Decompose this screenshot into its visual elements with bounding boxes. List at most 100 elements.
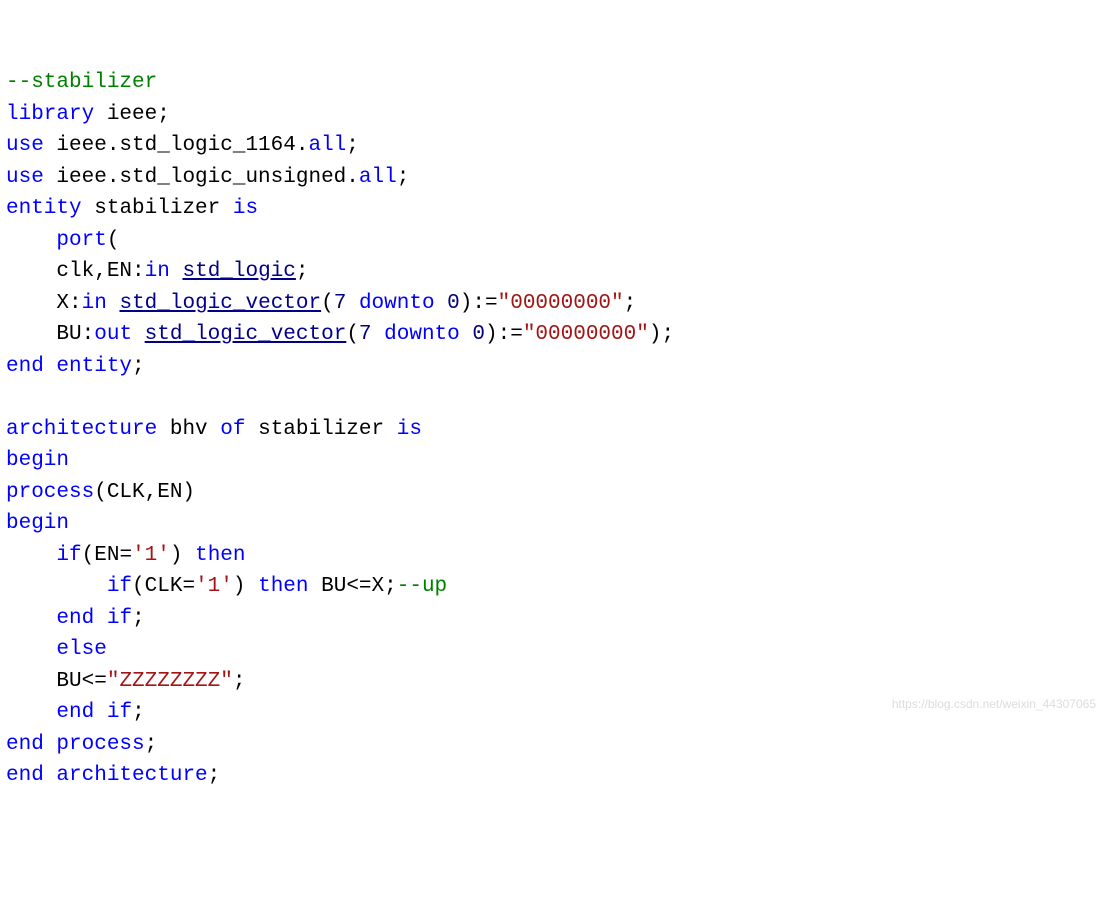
str-zzz: "ZZZZZZZZ" <box>107 670 233 693</box>
text <box>346 292 359 315</box>
ident-bu: BU <box>56 323 81 346</box>
indent <box>6 607 56 630</box>
stmt: BU<= <box>56 670 106 693</box>
kw-library: library <box>6 103 94 126</box>
lparen: ( <box>346 323 359 346</box>
text <box>460 323 473 346</box>
text <box>435 292 448 315</box>
ident-stabilizer: stabilizer <box>94 197 220 220</box>
ident-ieee: ieee <box>107 103 157 126</box>
ident: ieee.std_logic_1164. <box>56 134 308 157</box>
rparen: ) <box>460 292 473 315</box>
ident: ieee.std_logic_unsigned. <box>56 166 358 189</box>
kw-then: then <box>195 544 245 567</box>
indent <box>6 638 56 661</box>
text <box>94 701 107 724</box>
semi: ; <box>624 292 637 315</box>
ident-x: X <box>56 292 69 315</box>
kw-entity: entity <box>56 355 132 378</box>
text <box>94 607 107 630</box>
kw-use: use <box>6 166 44 189</box>
indent <box>6 544 56 567</box>
indent <box>6 229 56 252</box>
assign: := <box>498 323 523 346</box>
colon: : <box>132 260 145 283</box>
kw-downto: downto <box>384 323 460 346</box>
ident-stabilizer: stabilizer <box>258 418 384 441</box>
text <box>44 355 57 378</box>
semi: ; <box>157 103 170 126</box>
rparen: ) <box>233 575 246 598</box>
kw-in: in <box>82 292 107 315</box>
str-zeros: "00000000" <box>498 292 624 315</box>
rparen: ) <box>485 323 498 346</box>
semi: ; <box>208 764 221 787</box>
semi: ; <box>661 323 674 346</box>
kw-then: then <box>258 575 308 598</box>
rparen: ) <box>170 544 183 567</box>
kw-use: use <box>6 134 44 157</box>
comment-up: --up <box>397 575 447 598</box>
kw-if: if <box>56 544 81 567</box>
kw-downto: downto <box>359 292 435 315</box>
str-zeros: "00000000" <box>523 323 649 346</box>
text <box>384 418 397 441</box>
type-std-logic: std_logic <box>182 260 295 283</box>
lit-1: '1' <box>195 575 233 598</box>
kw-process: process <box>56 733 144 756</box>
indent <box>6 323 56 346</box>
kw-is: is <box>397 418 422 441</box>
semi: ; <box>346 134 359 157</box>
code-block: --stabilizer library ieee; use ieee.std_… <box>6 67 1104 792</box>
semi: ; <box>132 701 145 724</box>
cond: (CLK= <box>132 575 195 598</box>
assign: := <box>472 292 497 315</box>
text <box>44 764 57 787</box>
ident: clk,EN <box>56 260 132 283</box>
lparen: ( <box>107 229 120 252</box>
text <box>245 575 258 598</box>
kw-architecture: architecture <box>6 418 157 441</box>
num-0: 0 <box>472 323 485 346</box>
kw-end: end <box>6 355 44 378</box>
text <box>94 103 107 126</box>
watermark: https://blog.csdn.net/weixin_44307065 <box>892 695 1096 713</box>
indent <box>6 292 56 315</box>
kw-end: end <box>6 764 44 787</box>
type-slv: std_logic_vector <box>145 323 347 346</box>
num-7: 7 <box>359 323 372 346</box>
kw-end: end <box>56 701 94 724</box>
kw-if: if <box>107 607 132 630</box>
comment-line: --stabilizer <box>6 71 157 94</box>
kw-of: of <box>220 418 245 441</box>
kw-port: port <box>56 229 106 252</box>
num-0: 0 <box>447 292 460 315</box>
kw-begin: begin <box>6 449 69 472</box>
text <box>170 260 183 283</box>
type-slv: std_logic_vector <box>119 292 321 315</box>
text <box>372 323 385 346</box>
kw-all: all <box>359 166 397 189</box>
kw-in: in <box>145 260 170 283</box>
kw-if: if <box>107 701 132 724</box>
lparen: ( <box>321 292 334 315</box>
stmt: BU<=X; <box>309 575 397 598</box>
kw-end: end <box>6 733 44 756</box>
num-7: 7 <box>334 292 347 315</box>
kw-is: is <box>233 197 258 220</box>
text <box>107 292 120 315</box>
kw-begin: begin <box>6 512 69 535</box>
text <box>44 166 57 189</box>
ident-bhv: bhv <box>170 418 208 441</box>
indent <box>6 701 56 724</box>
kw-entity: entity <box>6 197 82 220</box>
sens-list: (CLK,EN) <box>94 481 195 504</box>
kw-end: end <box>56 607 94 630</box>
lit-1: '1' <box>132 544 170 567</box>
kw-if: if <box>107 575 132 598</box>
text <box>182 544 195 567</box>
semi: ; <box>233 670 246 693</box>
indent <box>6 260 56 283</box>
semi: ; <box>132 355 145 378</box>
text <box>208 418 221 441</box>
